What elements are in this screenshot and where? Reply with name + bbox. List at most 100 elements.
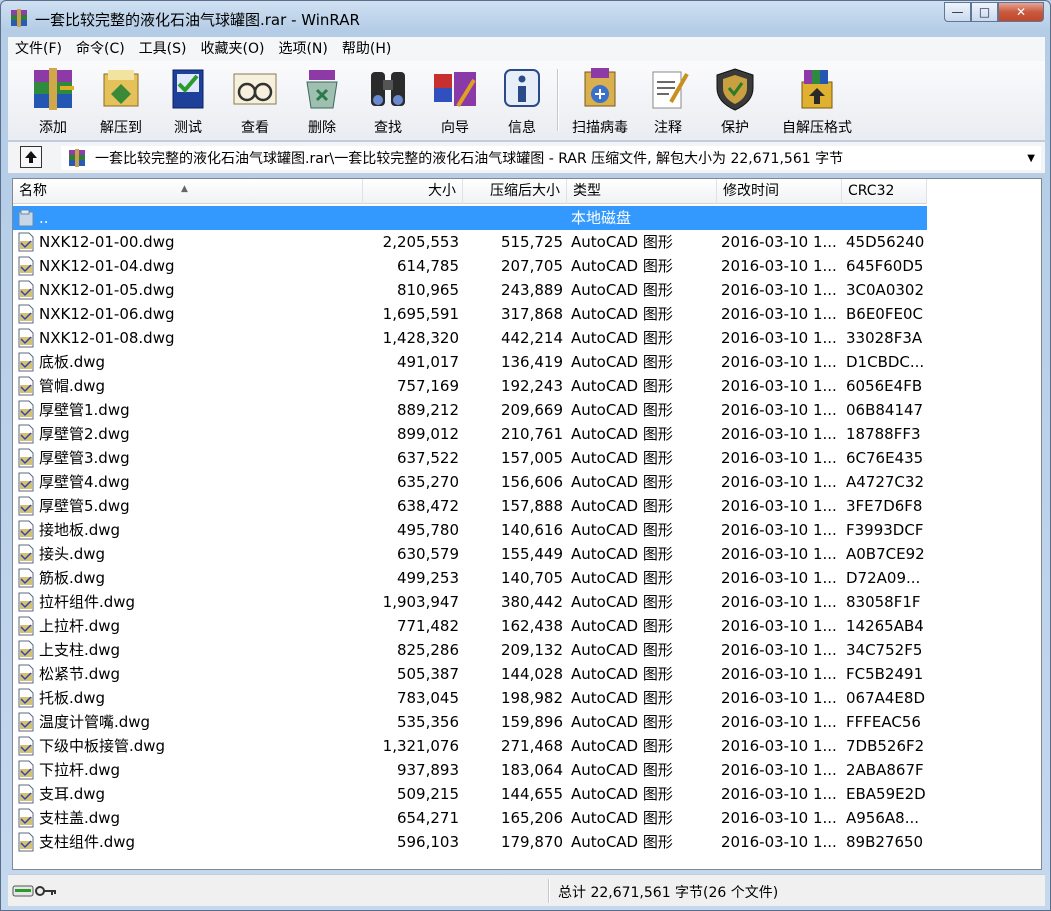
file-name-cell: NXK12-01-08.dwg xyxy=(13,326,363,350)
dwg-file-icon xyxy=(18,616,34,636)
file-row[interactable]: 温度计管嘴.dwg 535,356 159,896 AutoCAD 图形 2016-03… xyxy=(13,710,927,734)
column-name[interactable]: 名称 ▲ xyxy=(13,179,363,204)
file-name-cell: 上支柱.dwg xyxy=(13,638,363,662)
file-size: 2,205,553 xyxy=(382,233,459,251)
archive-path: 一套比较完整的液化石油气球罐图.rar\一套比较完整的液化石油气球罐图 - RA… xyxy=(95,151,844,167)
file-row[interactable]: 筋板.dwg 499,253 140,705 AutoCAD 图形 2016-03-10… xyxy=(13,566,927,590)
comment-button[interactable]: 注释 xyxy=(638,65,698,137)
title-bar[interactable]: 一套比较完整的液化石油气球罐图.rar - WinRAR — □ ✕ xyxy=(1,1,1050,35)
status-total: 总计 22,671,561 字节(26 个文件) xyxy=(558,885,779,901)
file-row[interactable]: NXK12-01-05.dwg 810,965 243,889 AutoCAD 图形 2… xyxy=(13,278,927,302)
file-list[interactable]: 名称 ▲ 大小 压缩后大小 类型 修改时间 CRC32 .. 本地磁盘 NXK1… xyxy=(12,178,1042,870)
file-row[interactable]: 厚壁管2.dwg 899,012 210,761 AutoCAD 图形 2016-03-… xyxy=(13,422,927,446)
file-size: 495,780 xyxy=(396,521,459,539)
file-row[interactable]: NXK12-01-04.dwg 614,785 207,705 AutoCAD 图形 2… xyxy=(13,254,927,278)
file-row[interactable]: 支耳.dwg 509,215 144,655 AutoCAD 图形 2016-03-10… xyxy=(13,782,927,806)
file-row[interactable]: 托板.dwg 783,045 198,982 AutoCAD 图形 2016-03-10… xyxy=(13,686,927,710)
protect-label: 保护 xyxy=(721,120,749,136)
menu-favorites[interactable]: 收藏夹(O) xyxy=(194,37,272,61)
file-name-cell: 拉杆组件.dwg xyxy=(13,590,363,614)
file-type: AutoCAD 图形 xyxy=(571,425,673,443)
dwg-file-icon xyxy=(18,592,34,612)
file-packed-size: 156,606 xyxy=(500,473,563,491)
column-size[interactable]: 大小 xyxy=(363,179,463,204)
menu-commands[interactable]: 命令(C) xyxy=(69,37,132,61)
menu-help[interactable]: 帮助(H) xyxy=(335,37,398,61)
file-row[interactable]: 管帽.dwg 757,169 192,243 AutoCAD 图形 2016-03-10… xyxy=(13,374,927,398)
delete-button[interactable]: 删除 xyxy=(292,65,352,137)
file-name: 温度计管嘴.dwg xyxy=(39,713,151,731)
parent-folder-row[interactable]: .. 本地磁盘 xyxy=(13,206,927,230)
column-crc[interactable]: CRC32 xyxy=(842,179,927,204)
file-name: 厚壁管3.dwg xyxy=(39,449,130,467)
file-name: NXK12-01-04.dwg xyxy=(39,257,175,275)
file-row[interactable]: 厚壁管1.dwg 889,212 209,669 AutoCAD 图形 2016-03-… xyxy=(13,398,927,422)
wizard-button[interactable]: 向导 xyxy=(424,65,486,137)
file-type: AutoCAD 图形 xyxy=(571,305,673,323)
protect-button[interactable]: 保护 xyxy=(704,65,766,137)
menu-file[interactable]: 文件(F) xyxy=(8,37,69,61)
file-row[interactable]: 下拉杆.dwg 937,893 183,064 AutoCAD 图形 2016-03-1… xyxy=(13,758,927,782)
file-modified: 2016-03-10 1... xyxy=(721,521,837,539)
wizard-icon xyxy=(434,72,476,108)
file-modified: 2016-03-10 1... xyxy=(721,377,837,395)
file-crc: 067A4E8D xyxy=(846,689,926,707)
file-crc: A0B7CE92 xyxy=(846,545,925,563)
column-packed[interactable]: 压缩后大小 xyxy=(463,179,567,204)
maximize-button[interactable]: □ xyxy=(971,2,998,22)
file-row[interactable]: 松紧节.dwg 505,387 144,028 AutoCAD 图形 2016-03-1… xyxy=(13,662,927,686)
menu-options[interactable]: 选项(N) xyxy=(271,37,334,61)
file-row[interactable]: 拉杆组件.dwg 1,903,947 380,442 AutoCAD 图形 2016-0… xyxy=(13,590,927,614)
file-row[interactable]: 厚壁管3.dwg 637,522 157,005 AutoCAD 图形 2016-03-… xyxy=(13,446,927,470)
sfx-button[interactable]: 自解压格式 xyxy=(772,65,862,137)
file-row[interactable]: 厚壁管5.dwg 638,472 157,888 AutoCAD 图形 2016-03-… xyxy=(13,494,927,518)
file-modified: 2016-03-10 1... xyxy=(721,641,837,659)
test-button[interactable]: 测试 xyxy=(158,65,218,137)
file-name: 下级中板接管.dwg xyxy=(39,737,166,755)
file-packed-size: 380,442 xyxy=(500,593,563,611)
add-button[interactable]: 添加 xyxy=(22,65,84,137)
file-row[interactable]: NXK12-01-06.dwg 1,695,591 317,868 AutoCAD 图… xyxy=(13,302,927,326)
up-folder-button[interactable] xyxy=(20,146,42,168)
file-size: 1,321,076 xyxy=(382,737,459,755)
virus-scan-button[interactable]: 扫描病毒 xyxy=(564,65,636,137)
dwg-file-icon xyxy=(18,784,34,804)
find-button[interactable]: 查找 xyxy=(358,65,418,137)
file-row[interactable]: 下级中板接管.dwg 1,321,076 271,468 AutoCAD 图形 2016… xyxy=(13,734,927,758)
file-row[interactable]: 支柱盖.dwg 654,271 165,206 AutoCAD 图形 2016-03-1… xyxy=(13,806,927,830)
parent-folder-icon xyxy=(18,209,34,227)
column-type[interactable]: 类型 xyxy=(567,179,717,204)
file-row[interactable]: 接头.dwg 630,579 155,449 AutoCAD 图形 2016-03-10… xyxy=(13,542,927,566)
file-packed-size: 165,206 xyxy=(500,809,563,827)
file-row[interactable]: 支柱组件.dwg 596,103 179,870 AutoCAD 图形 2016-03-… xyxy=(13,830,927,854)
chevron-down-icon[interactable]: ▼ xyxy=(1027,153,1035,164)
file-crc: 89B27650 xyxy=(846,833,924,851)
path-combobox[interactable]: 一套比较完整的液化石油气球罐图.rar\一套比较完整的液化石油气球罐图 - RA… xyxy=(60,145,1042,171)
minimize-button[interactable]: — xyxy=(944,2,971,22)
file-size: 505,387 xyxy=(396,665,459,683)
file-row[interactable]: NXK12-01-00.dwg 2,205,553 515,725 AutoCAD 图… xyxy=(13,230,927,254)
dwg-file-icon xyxy=(18,640,34,660)
file-row[interactable]: 上拉杆.dwg 771,482 162,438 AutoCAD 图形 2016-03-1… xyxy=(13,614,927,638)
virus-scan-icon xyxy=(584,68,616,107)
extract-to-button[interactable]: 解压到 xyxy=(90,65,152,137)
file-row[interactable]: 上支柱.dwg 825,286 209,132 AutoCAD 图形 2016-03-1… xyxy=(13,638,927,662)
file-size: 771,482 xyxy=(396,617,459,635)
file-crc: 34C752F5 xyxy=(846,641,923,659)
file-crc: 18788FF3 xyxy=(846,425,921,443)
file-packed-size: 183,064 xyxy=(500,761,563,779)
menu-tools[interactable]: 工具(S) xyxy=(132,37,194,61)
file-row[interactable]: 底板.dwg 491,017 136,419 AutoCAD 图形 2016-03-10… xyxy=(13,350,927,374)
file-size: 825,286 xyxy=(396,641,459,659)
file-packed-size: 198,982 xyxy=(500,689,563,707)
info-button[interactable]: 信息 xyxy=(492,65,552,137)
file-row[interactable]: NXK12-01-08.dwg 1,428,320 442,214 AutoCAD 图… xyxy=(13,326,927,350)
file-name-cell: 管帽.dwg xyxy=(13,374,363,398)
view-button[interactable]: 查看 xyxy=(224,65,286,137)
close-button[interactable]: ✕ xyxy=(998,2,1044,22)
file-row[interactable]: 厚壁管4.dwg 635,270 156,606 AutoCAD 图形 2016-03-… xyxy=(13,470,927,494)
column-modified[interactable]: 修改时间 xyxy=(717,179,842,204)
file-name-cell: 厚壁管4.dwg xyxy=(13,470,363,494)
winrar-app-icon[interactable] xyxy=(9,8,29,28)
file-row[interactable]: 接地板.dwg 495,780 140,616 AutoCAD 图形 2016-03-1… xyxy=(13,518,927,542)
